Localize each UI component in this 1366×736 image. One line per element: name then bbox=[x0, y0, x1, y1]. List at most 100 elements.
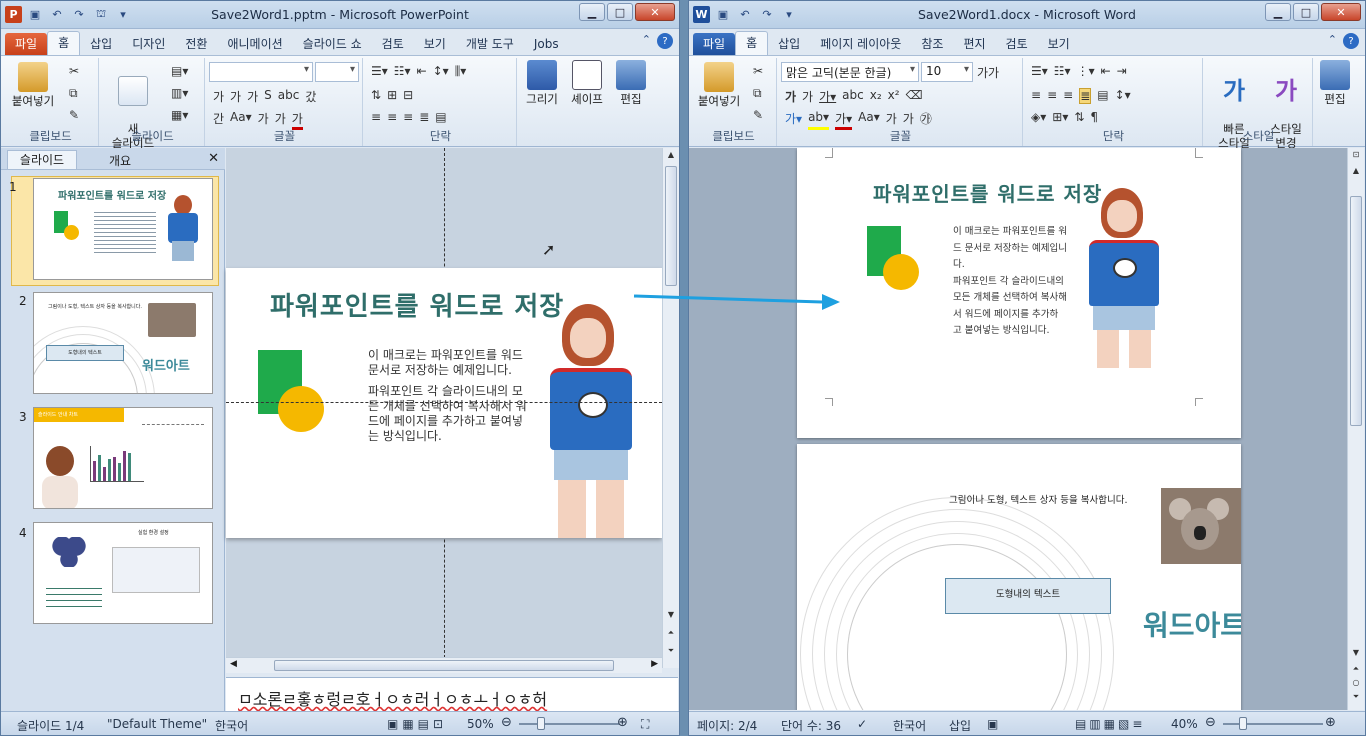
document-page-1[interactable]: 파워포인트를 워드로 저장 이 매크로는 파워포인트를 워 드 문서로 저장하는… bbox=[797, 148, 1241, 438]
layout-icon[interactable]: ▤▾ bbox=[171, 64, 188, 78]
tab-review[interactable]: 검토 bbox=[372, 33, 414, 55]
slide-horizontal-scrollbar[interactable]: ◀ ▶ bbox=[226, 657, 662, 673]
prev-page-icon[interactable]: ⏶ bbox=[1348, 664, 1364, 678]
scroll-up-icon[interactable]: ▲ bbox=[663, 150, 679, 164]
tab-insert[interactable]: 삽입 bbox=[80, 33, 122, 55]
justify-icon[interactable]: ≣ bbox=[1079, 88, 1092, 104]
multilevel-icon[interactable]: ⋮▾ bbox=[1077, 64, 1095, 78]
indent-icon[interactable]: ⇤ bbox=[417, 64, 427, 79]
select-browse-icon[interactable]: ○ bbox=[1348, 678, 1364, 692]
copy-icon[interactable]: ⧉ bbox=[69, 86, 78, 101]
ppt-font-size-combo[interactable] bbox=[315, 62, 359, 82]
spacing-icon[interactable]: 갔 bbox=[305, 88, 316, 105]
show-marks-icon[interactable]: ¶ bbox=[1090, 110, 1098, 124]
ppt-font-name-combo[interactable] bbox=[209, 62, 313, 82]
paste-button[interactable]: 붙여넣기 bbox=[695, 62, 743, 108]
change-case-icon[interactable]: Aa▾ bbox=[230, 110, 252, 130]
distribute-icon[interactable]: ▤ bbox=[1097, 88, 1108, 104]
minimize-button[interactable]: ▁ bbox=[579, 3, 605, 21]
maximize-button[interactable]: □ bbox=[607, 3, 633, 21]
language-status[interactable]: 한국어 bbox=[893, 717, 926, 734]
columns-icon[interactable]: ⫼▾ bbox=[455, 64, 467, 79]
format-painter-icon[interactable]: ✎ bbox=[753, 108, 763, 122]
bullets-icon[interactable]: ☰▾ bbox=[1031, 64, 1048, 78]
grow-font-icon[interactable]: 가 bbox=[258, 110, 269, 130]
proofing-icon[interactable]: ✓ bbox=[857, 717, 867, 731]
font-name-combo[interactable]: 맑은 고딕(본문 한글) bbox=[781, 62, 919, 82]
tab-developer[interactable]: 개발 도구 bbox=[456, 33, 524, 55]
koala-image[interactable] bbox=[1161, 488, 1241, 564]
superscript-icon[interactable]: x² bbox=[888, 88, 900, 105]
cut-icon[interactable]: ✂ bbox=[753, 64, 763, 78]
section-icon[interactable]: ▦▾ bbox=[171, 108, 188, 122]
tab-mailings[interactable]: 편지 bbox=[953, 33, 995, 55]
distribute-icon[interactable]: ▤ bbox=[435, 110, 446, 124]
zoom-in-icon[interactable]: ⊕ bbox=[617, 715, 628, 730]
clear-format-icon[interactable]: ⌫ bbox=[906, 88, 923, 105]
tab-review[interactable]: 검토 bbox=[996, 33, 1038, 55]
fit-window-icon[interactable]: ⛶ bbox=[641, 717, 649, 732]
align-center-icon[interactable]: ≡ bbox=[1047, 88, 1057, 104]
notes-text[interactable]: ㅁ소론ㄹ홓ㅎ렁ㄹ호ㅓㅇㅎ러ㅓㅇㅎㅗㅓㅇㅎ허 bbox=[238, 686, 547, 710]
tab-references[interactable]: 참조 bbox=[911, 33, 953, 55]
scroll-down-icon[interactable]: ▼ bbox=[663, 610, 679, 624]
doc-title[interactable]: 파워포인트를 워드로 저장 bbox=[873, 178, 1102, 207]
close-button[interactable]: ✕ bbox=[635, 3, 675, 21]
paste-button[interactable]: 붙여넣기 bbox=[9, 62, 57, 108]
tab-slideshow[interactable]: 슬라이드 쇼 bbox=[293, 33, 372, 55]
font-size-combo[interactable]: 10 bbox=[921, 62, 973, 82]
line-spacing-icon[interactable]: ↕▾ bbox=[433, 64, 449, 79]
shape-text-box[interactable]: 도형내의 텍스트 bbox=[945, 578, 1111, 614]
zoom-in-icon[interactable]: ⊕ bbox=[1325, 715, 1336, 730]
help-icon[interactable]: ? bbox=[657, 33, 673, 49]
prev-slide-icon[interactable]: ⏶ bbox=[663, 628, 679, 642]
italic-icon[interactable]: 가 bbox=[802, 88, 813, 105]
view-buttons[interactable]: ▣▦▤⊡ bbox=[387, 717, 447, 731]
copy-icon[interactable]: ⧉ bbox=[753, 86, 762, 101]
next-slide-icon[interactable]: ⏷ bbox=[663, 646, 679, 660]
sort-icon[interactable]: ⇅ bbox=[1074, 110, 1084, 124]
scroll-down-icon[interactable]: ▼ bbox=[1348, 648, 1364, 662]
tab-insert[interactable]: 삽입 bbox=[768, 33, 810, 55]
thumb-4[interactable]: 실험 환경 설정 bbox=[33, 522, 213, 624]
align-right-icon[interactable]: ≡ bbox=[403, 110, 413, 124]
phonetic-icon[interactable]: 가 bbox=[886, 110, 897, 130]
insert-mode[interactable]: 삽입 bbox=[949, 717, 971, 734]
notes-pane[interactable]: ㅁ소론ㄹ홓ㅎ렁ㄹ호ㅓㅇㅎ러ㅓㅇㅎㅗㅓㅇㅎ허 bbox=[226, 677, 678, 713]
thumb-1[interactable]: 파워포인트를 워드로 저장 bbox=[33, 178, 213, 280]
zoom-out-icon[interactable]: ⊖ bbox=[501, 715, 512, 730]
language-status[interactable]: 한국어 bbox=[215, 717, 248, 734]
grow-font-icon[interactable]: 가가 bbox=[977, 64, 999, 81]
increase-indent-icon[interactable]: ⇥ bbox=[1117, 64, 1127, 78]
page-count[interactable]: 페이지: 2/4 bbox=[697, 717, 757, 734]
slide-vertical-scrollbar[interactable]: ▲ ▼ ⏶ ⏷ bbox=[662, 148, 679, 668]
align-left-icon[interactable]: ≡ bbox=[371, 110, 381, 124]
wordart-text[interactable]: 워드아트 bbox=[1143, 604, 1241, 644]
ribbon-minimize-icon[interactable]: ⌃ bbox=[1328, 33, 1337, 49]
ruler-toggle-icon[interactable]: ⊡ bbox=[1348, 150, 1364, 164]
reset-icon[interactable]: ▥▾ bbox=[171, 86, 188, 100]
theme-name[interactable]: "Default Theme" bbox=[107, 717, 207, 731]
enclose-char-icon[interactable]: ㉮ bbox=[920, 110, 932, 130]
view-buttons[interactable]: ▤▥▦▧≡ bbox=[1075, 717, 1145, 731]
current-slide[interactable]: 파워포인트를 워드로 저장 이 매크로는 파워포인트를 워드 문서로 저장하는 … bbox=[226, 268, 662, 538]
pane-close-icon[interactable]: ✕ bbox=[208, 151, 219, 166]
help-icon[interactable]: ? bbox=[1343, 33, 1359, 49]
clear-format-icon[interactable]: 간 bbox=[213, 110, 224, 130]
shadow-icon[interactable]: S bbox=[264, 88, 272, 105]
align-right-icon[interactable]: ≡ bbox=[1063, 88, 1073, 104]
person-image[interactable] bbox=[1085, 188, 1181, 368]
zoom-slider[interactable] bbox=[1223, 723, 1323, 725]
h-scroll-thumb[interactable] bbox=[274, 660, 614, 671]
tab-view[interactable]: 보기 bbox=[1038, 33, 1080, 55]
borders-icon[interactable]: ⊞▾ bbox=[1052, 110, 1068, 124]
scroll-left-icon[interactable]: ◀ bbox=[230, 659, 237, 669]
tab-view[interactable]: 보기 bbox=[414, 33, 456, 55]
shrink-font-icon[interactable]: 가 bbox=[275, 110, 286, 130]
tab-design[interactable]: 디자인 bbox=[122, 33, 175, 55]
decrease-indent-icon[interactable]: ⇤ bbox=[1101, 64, 1111, 78]
scroll-up-icon[interactable]: ▲ bbox=[1348, 166, 1364, 180]
underline-icon[interactable]: 가▾ bbox=[819, 88, 836, 105]
shading-icon[interactable]: ◈▾ bbox=[1031, 110, 1046, 124]
bold-icon[interactable]: 가 bbox=[213, 88, 224, 105]
